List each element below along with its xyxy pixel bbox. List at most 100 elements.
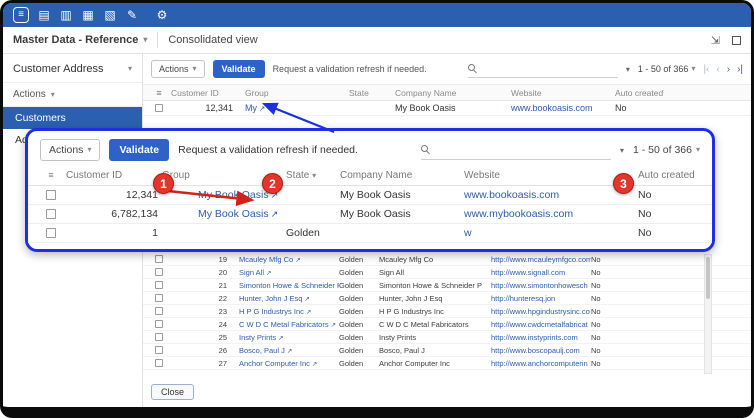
notes-icon[interactable]: ▥ — [59, 9, 73, 21]
sidebar-section-customer-address[interactable]: Customer Address ▾ — [3, 56, 142, 83]
first-page-button[interactable]: |‹ — [703, 64, 709, 75]
external-link-icon: ↗ — [259, 104, 265, 113]
row-checkbox[interactable] — [155, 333, 163, 341]
column-header-auto-created[interactable]: Auto created — [615, 88, 667, 98]
column-header-company-name[interactable]: Company Name — [395, 88, 511, 98]
cell-state: Golden — [339, 359, 379, 368]
column-header-state[interactable]: State — [349, 88, 395, 98]
reports-icon[interactable]: ▧ — [103, 9, 117, 21]
close-button[interactable]: Close — [151, 384, 194, 400]
validate-button[interactable]: Validate — [109, 139, 169, 161]
website-link[interactable]: http://hunteresq.jon — [491, 294, 591, 303]
group-link[interactable]: Sign All — [239, 268, 264, 277]
grid-menu-icon[interactable]: ≡ — [36, 170, 66, 180]
cell-company: My Book Oasis — [340, 189, 464, 201]
column-header-group[interactable]: Group — [245, 88, 349, 98]
row-checkbox[interactable] — [155, 255, 163, 263]
tab-consolidated-view[interactable]: Consolidated view — [168, 34, 257, 46]
copy-icon[interactable]: ▦ — [81, 9, 95, 21]
group-link[interactable]: My — [245, 103, 257, 113]
actions-button[interactable]: Actions ▾ — [151, 60, 205, 78]
app-title-menu[interactable]: Master Data - Reference ▾ — [13, 34, 147, 46]
cell-company: Hunter, John J Esq — [379, 294, 491, 303]
column-header-customer-id[interactable]: Customer ID — [171, 88, 245, 98]
validate-button[interactable]: Validate — [213, 60, 265, 78]
column-header-state[interactable]: State ▾ — [278, 170, 340, 181]
website-link[interactable]: http://www.signall.com — [491, 268, 591, 277]
sidebar-actions-button[interactable]: Actions ▾ — [3, 83, 142, 107]
expand-icon[interactable]: ⇲ — [711, 34, 720, 47]
edit-icon[interactable]: ✎ — [125, 9, 139, 21]
cell-state: Golden — [339, 320, 379, 329]
column-header-customer-id[interactable]: Customer ID — [66, 170, 162, 181]
search-input[interactable] — [482, 63, 618, 75]
tasks-icon[interactable]: ▤ — [37, 9, 51, 21]
group-link[interactable]: Anchor Computer Inc — [239, 359, 310, 368]
row-checkbox[interactable] — [46, 228, 56, 238]
actions-button[interactable]: Actions ▾ — [40, 139, 100, 161]
cell-company: My Book Oasis — [395, 103, 511, 113]
search-input[interactable] — [435, 143, 611, 156]
website-link[interactable]: http://www.cwdcmetalfabricat — [491, 320, 591, 329]
row-checkbox[interactable] — [155, 320, 163, 328]
website-link[interactable]: www.bookoasis.com — [464, 189, 614, 201]
filter-dropdown-icon[interactable]: ▾ — [620, 146, 624, 155]
row-checkbox[interactable] — [155, 359, 163, 367]
external-link-icon: ↗ — [312, 361, 317, 368]
row-checkbox[interactable] — [155, 281, 163, 289]
row-checkbox[interactable] — [46, 190, 56, 200]
cell-auto-created: No — [591, 294, 635, 303]
cell-company: Simonton Howe & Schneider P — [379, 281, 491, 290]
filter-dropdown-icon[interactable]: ▾ — [626, 65, 630, 74]
scrollbar-thumb[interactable] — [706, 257, 710, 299]
column-header-website[interactable]: Website — [464, 170, 614, 181]
group-link[interactable]: Hunter, John J Esq — [239, 294, 302, 303]
next-page-button[interactable]: › — [727, 64, 730, 75]
group-link[interactable]: Mcauley Mfg Co — [239, 255, 293, 264]
website-link[interactable]: www.bookoasis.com — [511, 103, 615, 113]
column-header-company-name[interactable]: Company Name — [340, 170, 464, 181]
website-link[interactable]: http://www.mcauleymfgco.com — [491, 255, 591, 264]
cell-company: Bosco, Paul J — [379, 346, 491, 355]
row-checkbox[interactable] — [46, 209, 56, 219]
row-checkbox[interactable] — [155, 104, 163, 112]
website-link[interactable]: w — [464, 227, 614, 239]
website-link[interactable]: http://www.instyprints.com — [491, 333, 591, 342]
group-link[interactable]: Simonton Howe & Schneider P — [239, 281, 339, 290]
group-link[interactable]: My Book Oasis — [198, 189, 269, 201]
website-link[interactable]: www.mybookoasis.com — [464, 208, 614, 220]
wrench-icon[interactable]: ⚙ — [155, 9, 169, 21]
group-link[interactable]: My Book Oasis — [198, 208, 269, 220]
cell-customer-id: 12,341 — [66, 189, 162, 201]
column-header-group[interactable]: Group — [162, 170, 278, 181]
group-link[interactable]: Bosco, Paul J — [239, 346, 285, 355]
pagination-range[interactable]: 1 - 50 of 366 ▾ — [638, 64, 696, 74]
cell-state: Golden — [339, 307, 379, 316]
column-header-website[interactable]: Website — [511, 88, 615, 98]
row-checkbox[interactable] — [155, 294, 163, 302]
group-link[interactable]: C W D C Metal Fabricators — [239, 320, 329, 329]
titlebar: Master Data - Reference ▾ Consolidated v… — [3, 27, 751, 54]
website-link[interactable]: http://www.simontonhowesch — [491, 281, 591, 290]
row-checkbox[interactable] — [155, 268, 163, 276]
group-link[interactable]: Insty Prints — [239, 333, 276, 342]
website-link[interactable]: http://www.boscopaulj.com — [491, 346, 591, 355]
sidebar-item-customers[interactable]: Customers — [3, 107, 142, 129]
website-link[interactable]: http://www.anchorcomputerin — [491, 359, 591, 368]
vertical-scrollbar[interactable] — [704, 254, 712, 374]
row-checkbox[interactable] — [155, 346, 163, 354]
cell-state: Golden — [339, 346, 379, 355]
grid-menu-icon[interactable]: ≡ — [147, 88, 171, 98]
table-row: 6,782,134 My Book Oasis↗ My Book Oasis w… — [28, 205, 712, 224]
app-menu-icon[interactable]: ≡ — [13, 7, 29, 23]
maximize-icon[interactable] — [732, 36, 741, 45]
page-title: Master Data - Reference — [13, 34, 138, 46]
group-link[interactable]: H P G Industrys Inc — [239, 307, 304, 316]
row-checkbox[interactable] — [155, 307, 163, 315]
prev-page-button[interactable]: ‹ — [716, 64, 719, 75]
app-window: ≡ ▤ ▥ ▦ ▧ ✎ ⚙ Master Data - Reference ▾ … — [0, 0, 754, 418]
pagination-range[interactable]: 1 - 50 of 366 ▾ — [633, 144, 700, 156]
caret-down-icon: ▾ — [143, 36, 147, 44]
last-page-button[interactable]: ›| — [737, 64, 743, 75]
website-link[interactable]: http://www.hpgindustrysinc.co — [491, 307, 591, 316]
